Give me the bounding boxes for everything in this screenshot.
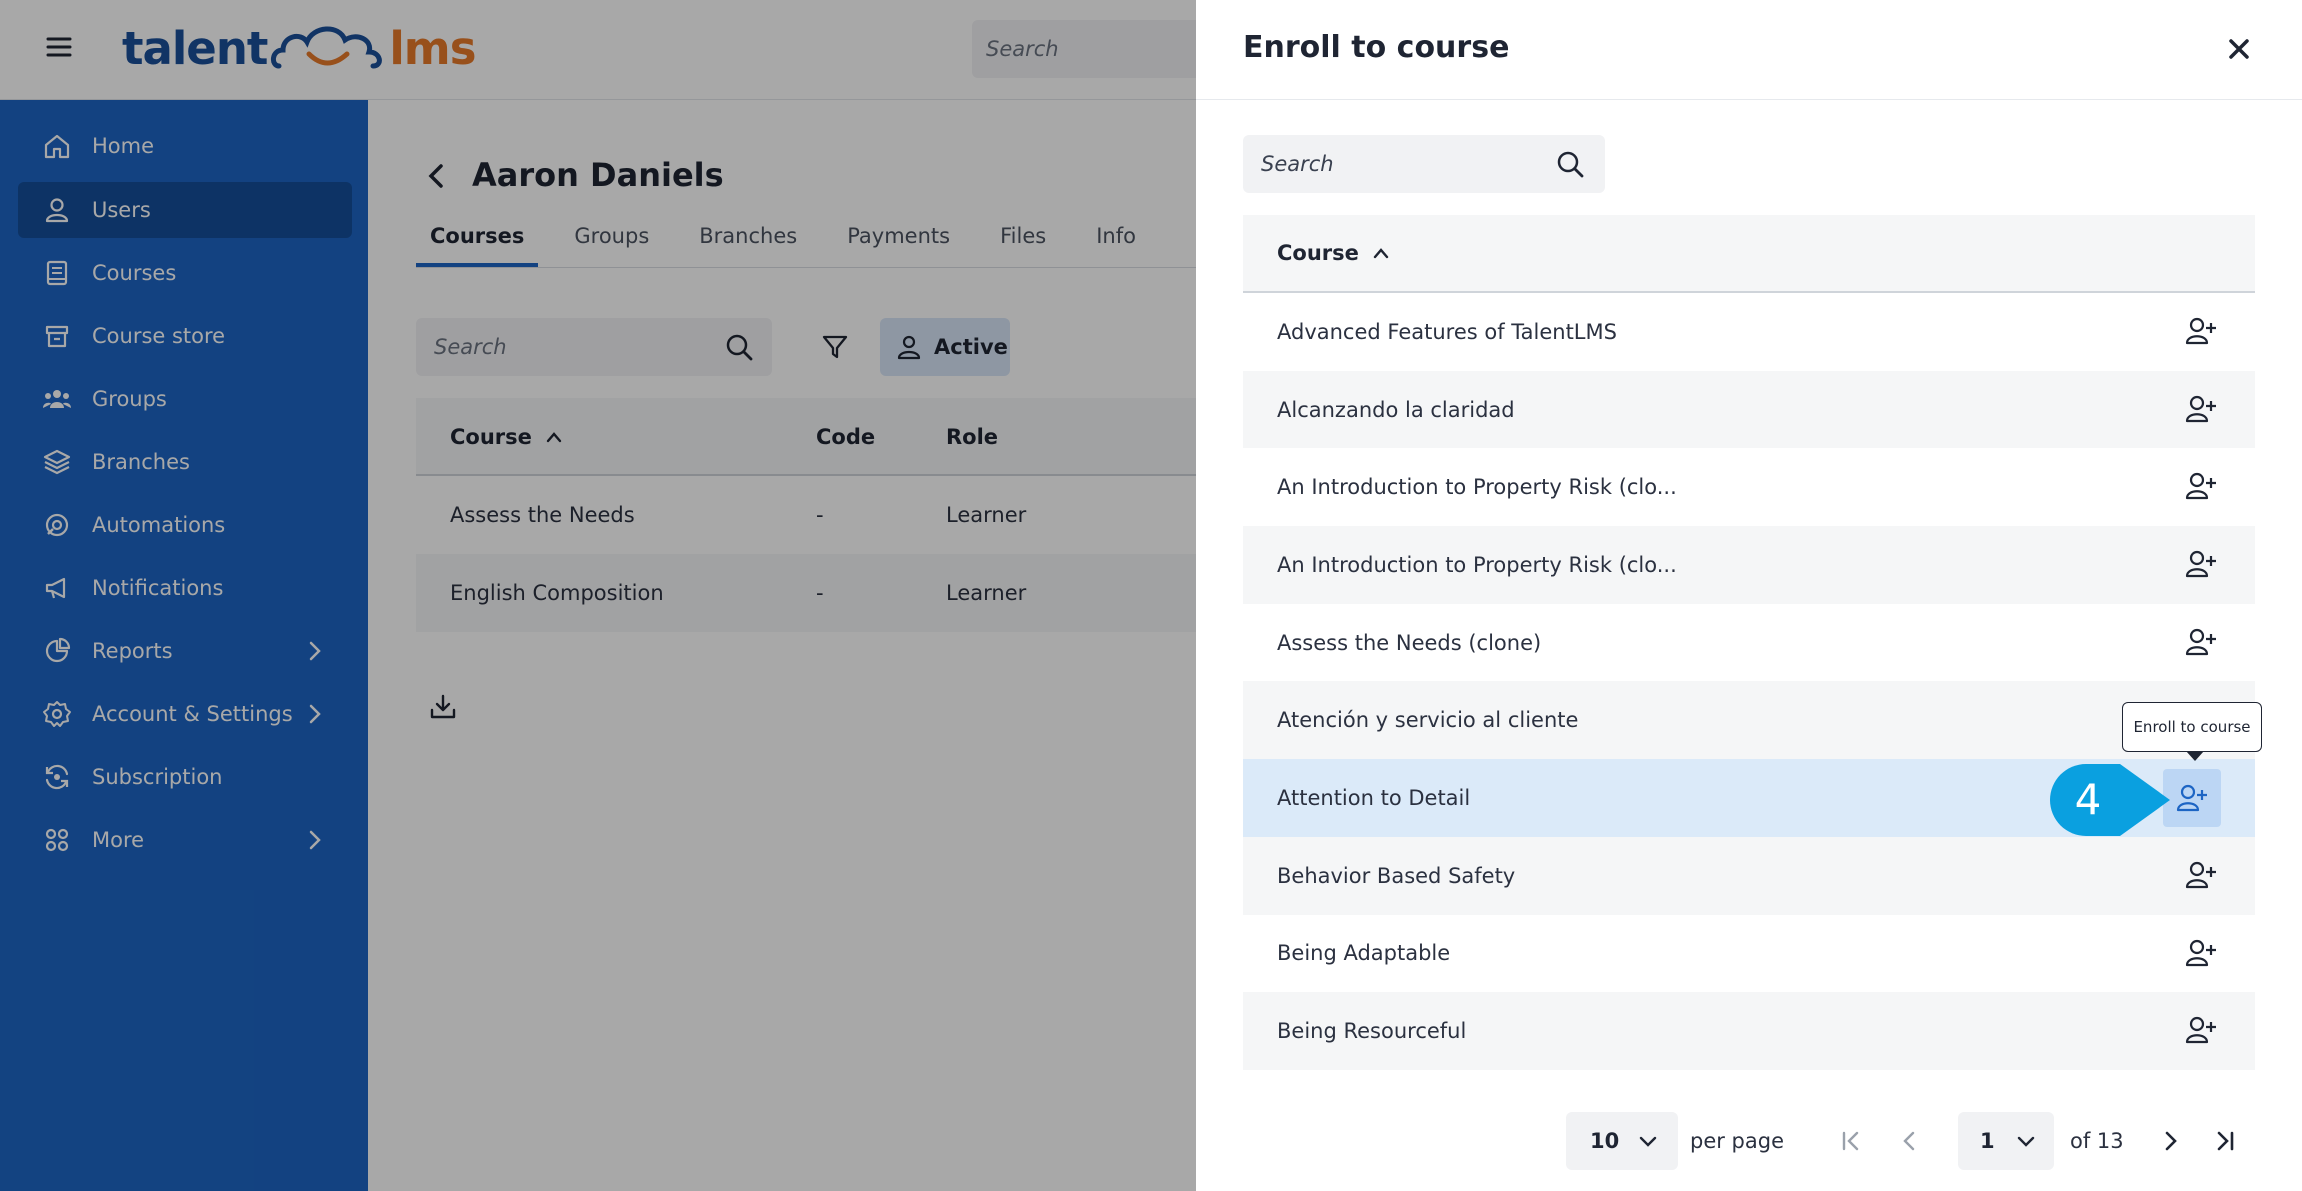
- next-page-icon[interactable]: [2156, 1126, 2186, 1156]
- close-icon[interactable]: [2224, 34, 2254, 64]
- course-title: Assess the Needs (clone): [1277, 630, 1542, 655]
- drawer-header: Enroll to course: [1196, 0, 2302, 100]
- previous-page-icon[interactable]: [1894, 1126, 1924, 1156]
- enroll-button[interactable]: [2181, 855, 2221, 895]
- course-title: Being Adaptable: [1277, 941, 1451, 966]
- enroll-button[interactable]: [2181, 389, 2221, 429]
- course-row[interactable]: Assess the Needs (clone): [1243, 604, 2255, 682]
- column-header-label: Course: [1277, 241, 1359, 265]
- add-user-icon: [2185, 317, 2216, 345]
- enroll-button[interactable]: [2181, 544, 2221, 584]
- chevron-down-icon: [1639, 1136, 1657, 1147]
- column-header-course[interactable]: Course: [1243, 215, 2255, 293]
- per-page-value: 10: [1590, 1129, 1620, 1153]
- page-select[interactable]: 1: [1958, 1112, 2054, 1170]
- course-title: An Introduction to Property Risk (clo...: [1277, 475, 1677, 500]
- add-user-icon: [2185, 628, 2216, 655]
- course-row[interactable]: An Introduction to Property Risk (clo...: [1243, 448, 2255, 526]
- add-user-icon: [2185, 550, 2216, 578]
- per-page-select[interactable]: 10: [1566, 1112, 1678, 1170]
- enroll-button[interactable]: [2181, 622, 2221, 662]
- course-row[interactable]: Atención y servicio al cliente: [1243, 681, 2255, 760]
- add-user-icon: [2185, 939, 2216, 966]
- course-list-table: Course Advanced Features of TalentLMS Al…: [1243, 215, 2255, 1070]
- course-row[interactable]: Being Resourceful: [1243, 992, 2255, 1070]
- enroll-button[interactable]: [2181, 311, 2221, 351]
- drawer-search-input[interactable]: Search: [1243, 135, 1605, 193]
- chevron-down-icon: [2017, 1136, 2035, 1147]
- step-number-text: 4: [2075, 775, 2102, 824]
- add-user-icon: [2185, 395, 2216, 422]
- course-row[interactable]: Being Adaptable: [1243, 915, 2255, 993]
- add-user-icon: [2185, 1017, 2216, 1044]
- course-title: Being Resourceful: [1277, 1019, 1467, 1044]
- enroll-tooltip: Enroll to course: [2122, 702, 2262, 752]
- course-row[interactable]: Advanced Features of TalentLMS: [1243, 293, 2255, 371]
- drawer-search-placeholder: Search: [1261, 152, 1334, 176]
- page-count-label: of 13: [2070, 1129, 2124, 1153]
- drawer-title: Enroll to course: [1243, 30, 1510, 65]
- enroll-button[interactable]: [2181, 933, 2221, 973]
- first-page-icon[interactable]: [1836, 1126, 1866, 1156]
- course-row[interactable]: Behavior Based Safety: [1243, 836, 2255, 915]
- course-row[interactable]: Alcanzando la claridad: [1243, 370, 2255, 449]
- pagination: 10 per page 1 of 13: [1196, 1112, 2302, 1172]
- last-page-icon[interactable]: [2210, 1126, 2240, 1156]
- per-page-label: per page: [1690, 1129, 1785, 1153]
- course-title: Attention to Detail: [1277, 785, 1471, 810]
- sort-ascending-icon: [1373, 248, 1389, 259]
- enroll-button[interactable]: [2181, 1010, 2221, 1050]
- current-page-value: 1: [1980, 1129, 1995, 1153]
- add-user-icon: [2176, 785, 2207, 812]
- search-icon: [1557, 151, 1584, 178]
- course-title: Alcanzando la claridad: [1277, 397, 1515, 422]
- add-user-icon: [2185, 473, 2216, 500]
- course-title: Advanced Features of TalentLMS: [1277, 319, 1617, 344]
- course-row[interactable]: An Introduction to Property Risk (clo...: [1243, 526, 2255, 604]
- enroll-to-course-drawer: Enroll to course Search Course Advanced …: [1196, 0, 2302, 1191]
- course-title: Atención y servicio al cliente: [1277, 708, 1579, 733]
- tooltip-arrow: [2186, 751, 2204, 761]
- course-title: Behavior Based Safety: [1277, 863, 1516, 888]
- step-number-badge: 4: [2050, 764, 2170, 836]
- enroll-button[interactable]: [2181, 466, 2221, 506]
- add-user-icon: [2185, 861, 2216, 888]
- modal-backdrop[interactable]: [0, 0, 1196, 1191]
- course-title: An Introduction to Property Risk (clo...: [1277, 552, 1677, 577]
